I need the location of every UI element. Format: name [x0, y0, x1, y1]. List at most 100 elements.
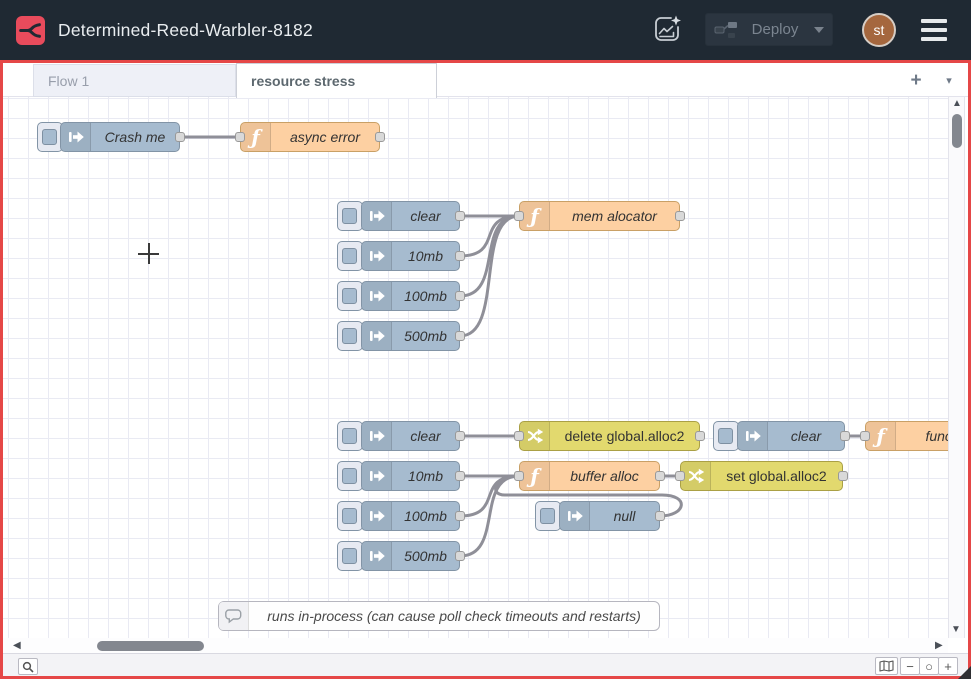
- inject-icon: [61, 123, 91, 151]
- output-port[interactable]: [455, 251, 465, 261]
- node-change[interactable]: delete global.alloc2: [519, 421, 700, 451]
- node-function[interactable]: ƒ mem alocator: [519, 201, 680, 231]
- node-label: 500mb: [392, 542, 459, 570]
- inject-icon: [362, 322, 392, 350]
- input-port[interactable]: [514, 431, 524, 441]
- add-flow-button[interactable]: +: [902, 67, 930, 93]
- node-function[interactable]: ƒasync error: [240, 122, 380, 152]
- node-inject[interactable]: 100mb: [361, 281, 460, 311]
- scroll-up-icon[interactable]: ▲: [952, 99, 962, 109]
- inject-button[interactable]: [713, 421, 739, 451]
- flow-list-chevron-button[interactable]: ▾: [937, 67, 961, 93]
- scroll-down-icon[interactable]: ▼: [951, 625, 961, 635]
- output-port[interactable]: [175, 132, 185, 142]
- output-port[interactable]: [455, 291, 465, 301]
- input-port[interactable]: [514, 211, 524, 221]
- output-port[interactable]: [675, 211, 685, 221]
- inject-button[interactable]: [337, 461, 363, 491]
- output-port[interactable]: [838, 471, 848, 481]
- horizontal-scrollbar[interactable]: ◀ ▶: [3, 638, 948, 653]
- node-red-editor-window: Determined-Reed-Warbler-8182 Deploy st: [0, 0, 971, 679]
- function-f-glyph: ƒ: [876, 426, 885, 446]
- inject-button[interactable]: [337, 421, 363, 451]
- input-port[interactable]: [675, 471, 685, 481]
- inject-icon: [362, 282, 392, 310]
- inject-button-face: [342, 468, 357, 484]
- node-comment[interactable]: runs in-process (can cause poll check ti…: [218, 601, 660, 631]
- main-menu-icon[interactable]: [921, 19, 947, 41]
- horizontal-scroll-thumb[interactable]: [97, 641, 204, 651]
- avatar-initials: st: [874, 22, 885, 38]
- node-inject[interactable]: null: [559, 501, 660, 531]
- tab-flow-1[interactable]: Flow 1: [33, 64, 236, 97]
- node-label: clear: [768, 422, 844, 450]
- output-port[interactable]: [455, 471, 465, 481]
- deploy-button[interactable]: Deploy: [705, 13, 833, 46]
- flowfuse-logo-icon[interactable]: [16, 16, 45, 45]
- inject-button[interactable]: [337, 201, 363, 231]
- function-f-glyph: ƒ: [530, 206, 539, 226]
- inject-button[interactable]: [337, 241, 363, 271]
- zoom-controls: − ○ +: [901, 657, 958, 675]
- inject-button[interactable]: [535, 501, 561, 531]
- vertical-scroll-thumb[interactable]: [952, 114, 962, 148]
- node-inject[interactable]: clear: [361, 421, 460, 451]
- input-port[interactable]: [514, 471, 524, 481]
- resize-grip[interactable]: [958, 666, 971, 679]
- node-inject[interactable]: 10mb: [361, 461, 460, 491]
- node-label: 100mb: [392, 282, 459, 310]
- node-label: delete global.alloc2: [550, 422, 699, 450]
- inject-button-face: [342, 508, 357, 524]
- node-label: clear: [392, 202, 459, 230]
- inject-button[interactable]: [337, 501, 363, 531]
- tab-resource-stress[interactable]: resource stress: [236, 63, 437, 98]
- scroll-right-icon[interactable]: ▶: [935, 641, 943, 651]
- navigator-toggle-button[interactable]: [875, 657, 898, 675]
- inject-icon: [560, 502, 590, 530]
- output-port[interactable]: [455, 551, 465, 561]
- output-port[interactable]: [695, 431, 705, 441]
- assistant-image-sparkle-icon[interactable]: [651, 13, 683, 45]
- image-sparkle-glyph: [652, 14, 682, 44]
- node-change[interactable]: set global.alloc2: [680, 461, 843, 491]
- output-port[interactable]: [655, 511, 665, 521]
- node-label: mem alocator: [550, 202, 679, 230]
- input-port[interactable]: [235, 132, 245, 142]
- inject-icon: [362, 462, 392, 490]
- deploy-dropdown-caret[interactable]: [814, 27, 824, 33]
- zoom-in-button[interactable]: +: [938, 657, 958, 675]
- inject-button[interactable]: [337, 321, 363, 351]
- node-inject[interactable]: 500mb: [361, 541, 460, 571]
- node-label: set global.alloc2: [711, 462, 842, 490]
- search-flows-button[interactable]: [18, 658, 38, 675]
- flow-canvas[interactable]: Crash me ƒasync error clear 10mb 100mb 500mb ƒ…: [3, 97, 948, 638]
- inject-icon: [362, 502, 392, 530]
- function-icon: ƒ: [520, 202, 550, 230]
- node-inject[interactable]: 500mb: [361, 321, 460, 351]
- inject-button[interactable]: [337, 541, 363, 571]
- inject-button[interactable]: [337, 281, 363, 311]
- zoom-out-button[interactable]: −: [900, 657, 920, 675]
- node-function[interactable]: ƒfunction: [865, 421, 948, 451]
- node-function[interactable]: ƒbuffer alloc: [519, 461, 660, 491]
- output-port[interactable]: [455, 211, 465, 221]
- output-port[interactable]: [840, 431, 850, 441]
- zoom-reset-button[interactable]: ○: [919, 657, 939, 675]
- vertical-scrollbar[interactable]: ▲ ▼: [948, 97, 965, 638]
- output-port[interactable]: [455, 431, 465, 441]
- node-inject[interactable]: clear: [737, 421, 845, 451]
- map-icon: [879, 660, 894, 672]
- scroll-left-icon[interactable]: ◀: [13, 641, 21, 651]
- node-inject[interactable]: 10mb: [361, 241, 460, 271]
- output-port[interactable]: [375, 132, 385, 142]
- output-port[interactable]: [655, 471, 665, 481]
- node-inject[interactable]: 100mb: [361, 501, 460, 531]
- header-bar: Determined-Reed-Warbler-8182 Deploy st: [0, 0, 971, 60]
- output-port[interactable]: [455, 511, 465, 521]
- node-inject[interactable]: clear: [361, 201, 460, 231]
- user-avatar[interactable]: st: [862, 13, 896, 47]
- node-label: 10mb: [392, 242, 459, 270]
- node-inject[interactable]: Crash me: [60, 122, 180, 152]
- input-port[interactable]: [860, 431, 870, 441]
- output-port[interactable]: [455, 331, 465, 341]
